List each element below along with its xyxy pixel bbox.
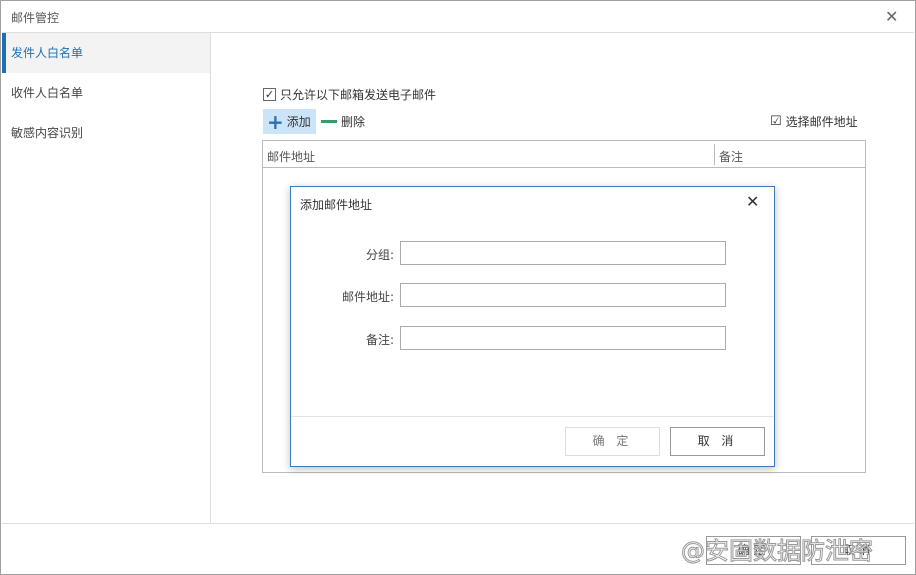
sidebar-item-sensitive-content[interactable]: 敏感内容识别 bbox=[2, 113, 210, 153]
main-window: 邮件管控 ✕ 发件人白名单 收件人白名单 敏感内容识别 ✓ 只允许以下邮箱发送电… bbox=[0, 0, 916, 575]
plus-icon: + bbox=[267, 109, 284, 134]
minus-icon bbox=[321, 120, 337, 123]
select-label: 选择邮件地址 bbox=[785, 115, 858, 129]
column-header-address[interactable]: 邮件地址 bbox=[267, 148, 315, 165]
dialog-cancel-button[interactable]: 取 消 bbox=[670, 427, 765, 456]
checkbox-label: 只允许以下邮箱发送电子邮件 bbox=[280, 88, 437, 102]
add-address-dialog: 添加邮件地址 ✕ 分组: 邮件地址: 备注: 确 定 取 消 bbox=[290, 186, 775, 467]
group-input[interactable] bbox=[400, 241, 726, 265]
table-header: 邮件地址 备注 bbox=[263, 141, 865, 168]
window-title: 邮件管控 bbox=[11, 11, 60, 25]
dialog-title: 添加邮件地址 bbox=[300, 198, 373, 212]
sidebar-item-sender-whitelist[interactable]: 发件人白名单 bbox=[2, 33, 210, 73]
column-divider[interactable] bbox=[714, 144, 715, 165]
footer-divider bbox=[2, 523, 914, 524]
add-button[interactable]: + 添加 bbox=[263, 109, 316, 134]
email-input[interactable] bbox=[400, 283, 726, 307]
remark-input[interactable] bbox=[400, 326, 726, 350]
add-label: 添加 bbox=[286, 115, 311, 129]
column-header-remark[interactable]: 备注 bbox=[719, 148, 743, 165]
sidebar: 发件人白名单 收件人白名单 敏感内容识别 bbox=[2, 33, 211, 524]
remark-label: 备注: bbox=[365, 333, 394, 347]
delete-button[interactable]: 删除 bbox=[321, 109, 365, 134]
delete-label: 删除 bbox=[341, 115, 366, 129]
allow-only-checkbox[interactable]: ✓ 只允许以下邮箱发送电子邮件 bbox=[263, 86, 436, 103]
checkbox-check-icon[interactable]: ✓ bbox=[263, 88, 276, 101]
sidebar-item-recipient-whitelist[interactable]: 收件人白名单 bbox=[2, 73, 210, 113]
dialog-footer-divider bbox=[291, 416, 774, 417]
close-icon[interactable]: ✕ bbox=[885, 7, 898, 26]
dialog-close-icon[interactable]: ✕ bbox=[746, 192, 759, 211]
watermark: @安固数据防泄密 bbox=[681, 537, 874, 566]
group-label: 分组: bbox=[365, 248, 394, 262]
email-label: 邮件地址: bbox=[341, 290, 394, 304]
checklist-icon: ☑ bbox=[770, 114, 782, 129]
dialog-ok-button[interactable]: 确 定 bbox=[565, 427, 660, 456]
select-address-button[interactable]: ☑ 选择邮件地址 bbox=[770, 113, 858, 130]
